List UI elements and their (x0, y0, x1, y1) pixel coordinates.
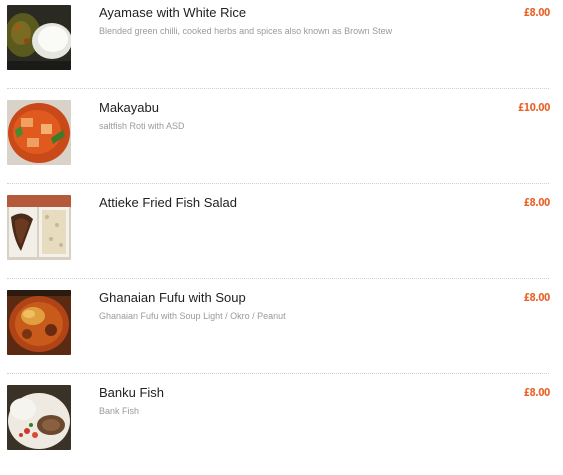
menu-item-description: saltfish Roti with ASD (99, 121, 185, 131)
divider (7, 88, 549, 89)
menu-item-name[interactable]: Attieke Fried Fish Salad (99, 195, 237, 210)
menu-item-price: £10.00 (518, 101, 550, 114)
menu-item-banku[interactable]: Banku Fish Bank Fish £8.00 (0, 380, 563, 475)
menu-item-price: £8.00 (523, 6, 551, 19)
banku-fish-photo (7, 385, 71, 450)
menu-item-name[interactable]: Ayamase with White Rice (99, 5, 246, 20)
menu-item-description: Ghanaian Fufu with Soup Light / Okro / P… (99, 311, 286, 321)
menu-item-price: £8.00 (523, 386, 551, 399)
fufu-soup-photo (7, 290, 71, 355)
makayabu-stew-photo (7, 100, 71, 165)
divider (7, 278, 549, 279)
menu-item-description: Bank Fish (99, 406, 140, 416)
attieke-fish-photo (7, 195, 71, 260)
divider (7, 373, 549, 374)
menu-item-description: Blended green chilli, cooked herbs and s… (99, 26, 393, 36)
ayamase-rice-photo (7, 5, 71, 70)
menu-item-name[interactable]: Ghanaian Fufu with Soup (99, 290, 246, 305)
menu-item-ayamase[interactable]: Ayamase with White Rice Blended green ch… (0, 0, 563, 95)
menu-list: Ayamase with White Rice Blended green ch… (0, 0, 563, 458)
menu-item-fufu[interactable]: Ghanaian Fufu with Soup Ghanaian Fufu wi… (0, 285, 563, 380)
menu-item-price: £8.00 (523, 291, 551, 304)
menu-item-makayabu[interactable]: Makayabu saltfish Roti with ASD £10.00 (0, 95, 563, 190)
divider (7, 183, 549, 184)
menu-item-attieke[interactable]: Attieke Fried Fish Salad £8.00 (0, 190, 563, 285)
menu-item-name[interactable]: Makayabu (99, 100, 159, 115)
menu-item-name[interactable]: Banku Fish (99, 385, 164, 400)
menu-item-price: £8.00 (523, 196, 551, 209)
